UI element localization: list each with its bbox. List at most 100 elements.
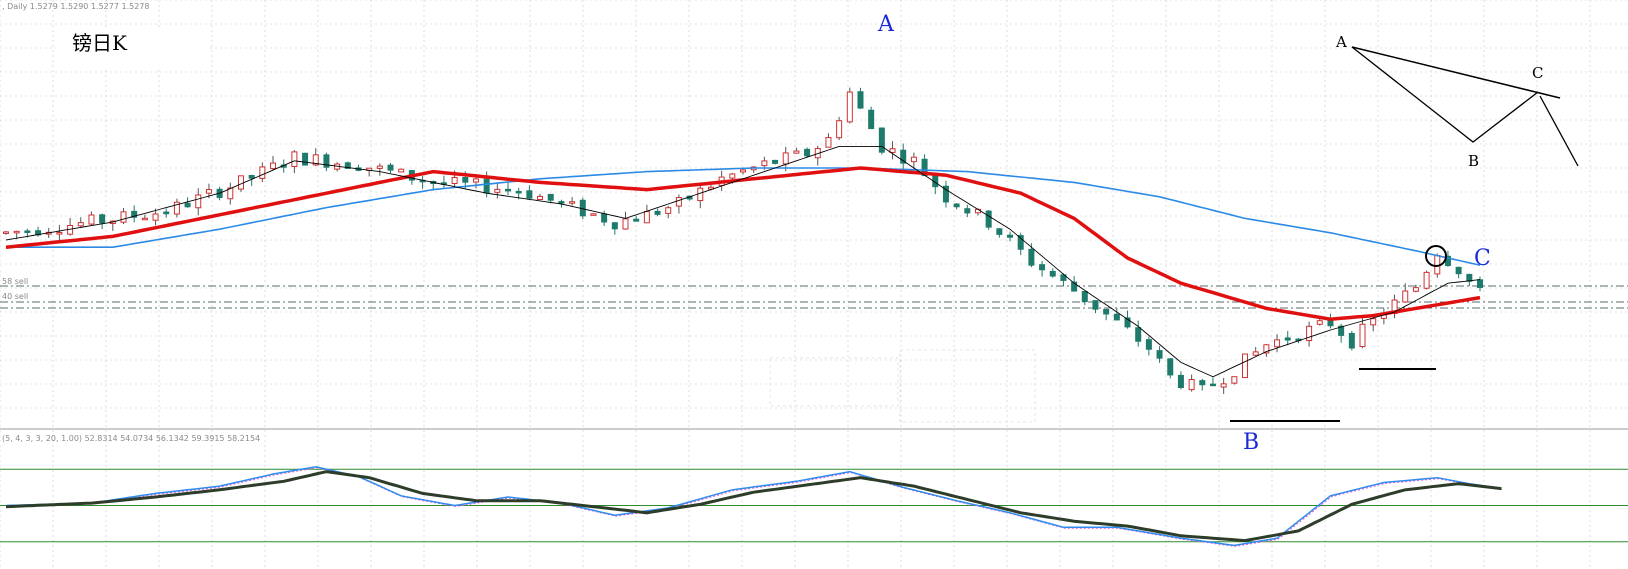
candle-body-bull: [825, 137, 832, 148]
candle: [1284, 330, 1291, 346]
candle: [1103, 308, 1110, 321]
candle-body-bear: [1103, 308, 1110, 315]
candle: [120, 208, 127, 225]
candle: [1113, 308, 1120, 321]
chart-window: , Daily 1.5279 1.5290 1.5277 1.5278 58 s…: [0, 0, 1628, 569]
candle-body-bear: [1284, 337, 1291, 341]
candle-body-bear: [1081, 291, 1088, 303]
chart-canvas[interactable]: , Daily 1.5279 1.5290 1.5277 1.5278 58 s…: [0, 0, 1628, 569]
chart-title: 镑日K: [72, 31, 128, 55]
candle: [942, 180, 949, 208]
diagram-label-a: A: [1335, 33, 1347, 51]
candle-body-bear: [601, 213, 608, 223]
candle-body-bear: [1177, 374, 1184, 388]
candle: [323, 152, 330, 172]
abc-leg: [1539, 95, 1579, 167]
price-level-lines: 58 sell 40 sell: [0, 277, 1628, 309]
candle-body-bull: [398, 168, 405, 173]
candle-body-bear: [1049, 270, 1056, 277]
candle: [302, 152, 309, 166]
candle-body-bull: [259, 166, 266, 179]
candle-body-bull: [782, 152, 789, 165]
candle-body-bear: [547, 193, 554, 201]
candle-body-bull: [1220, 383, 1227, 388]
candle: [622, 211, 629, 230]
label-point-b: B: [1243, 430, 1259, 455]
candle-body-bear: [505, 188, 512, 192]
candle: [836, 116, 843, 141]
candle: [697, 183, 704, 209]
candle-body-bull: [569, 201, 576, 204]
candle-body-bull: [88, 214, 95, 225]
candle: [569, 196, 576, 206]
ma-blue-line: [6, 167, 1481, 266]
candle-body-bull: [237, 175, 244, 190]
candle-body-bear: [526, 190, 533, 199]
candle-body-bear: [953, 203, 960, 208]
candle-body-bull: [1316, 320, 1323, 325]
candle-body-bear: [1135, 327, 1142, 342]
candle-body-bear: [1113, 313, 1120, 321]
candle-body-bull: [1423, 271, 1430, 289]
candle: [387, 163, 394, 173]
candle-body-bear: [857, 91, 864, 109]
candle: [440, 175, 447, 189]
candle-body-bull: [120, 211, 127, 223]
candle: [633, 216, 640, 222]
candle-body-bear: [633, 218, 640, 222]
candle-body-bull: [697, 187, 704, 202]
candle: [772, 159, 779, 165]
candle-body-bull: [729, 173, 736, 179]
candle-body-bear: [1348, 332, 1355, 349]
candle: [3, 231, 9, 235]
candle: [868, 106, 875, 130]
abc-zigzag: [1351, 46, 1539, 143]
candle-body-bull: [1402, 290, 1409, 303]
diagram-label-c: C: [1532, 64, 1543, 82]
oscillator-lines: [5, 466, 1503, 547]
oscillator-info: (5, 4, 3, 3, 20, 1.00) 52.8314 54.0734 5…: [2, 434, 260, 443]
price-tag-lower: 40 sell: [2, 292, 28, 301]
candle-body-bear: [996, 228, 1003, 235]
candle-body-bear: [462, 176, 469, 183]
candle: [1316, 318, 1323, 326]
candle: [900, 143, 907, 172]
candle: [1199, 378, 1206, 391]
candle: [953, 203, 960, 210]
candle-body-bull: [376, 165, 383, 169]
candle-body-bull: [1274, 339, 1281, 348]
candle-body-bear: [1209, 383, 1216, 387]
candle-body-bear: [1455, 266, 1462, 275]
candle-body-bull: [152, 213, 159, 221]
candle-body-bull: [1370, 318, 1377, 326]
candle-body-bull: [472, 178, 479, 183]
candle: [1327, 313, 1334, 329]
candle: [643, 204, 650, 224]
candle: [227, 182, 234, 205]
faint-box: [899, 349, 1036, 423]
candle: [1188, 374, 1195, 392]
candle: [814, 145, 821, 166]
candle-body-bull: [675, 197, 682, 207]
candle: [1231, 376, 1238, 385]
candle-body-bull: [537, 195, 544, 200]
candle-body-bull: [1188, 379, 1195, 391]
candle-body-bear: [558, 201, 565, 204]
candle-body-bull: [910, 156, 917, 163]
candle: [1017, 232, 1024, 256]
candle: [675, 194, 682, 214]
candle: [526, 185, 533, 200]
candle-body-bear: [1017, 235, 1024, 250]
candle: [1081, 291, 1088, 306]
candle: [846, 87, 853, 124]
candle-body-bear: [1477, 279, 1483, 288]
candle-body-bear: [483, 178, 490, 194]
oscillator-pane: (5, 4, 3, 3, 20, 1.00) 52.8314 54.0734 5…: [0, 434, 1628, 547]
candle: [1242, 353, 1249, 379]
candle: [163, 208, 170, 218]
candle-body-bull: [77, 222, 84, 227]
candles: [3, 87, 1483, 394]
candle: [611, 222, 618, 235]
candle: [355, 164, 362, 172]
candle: [1359, 318, 1366, 349]
